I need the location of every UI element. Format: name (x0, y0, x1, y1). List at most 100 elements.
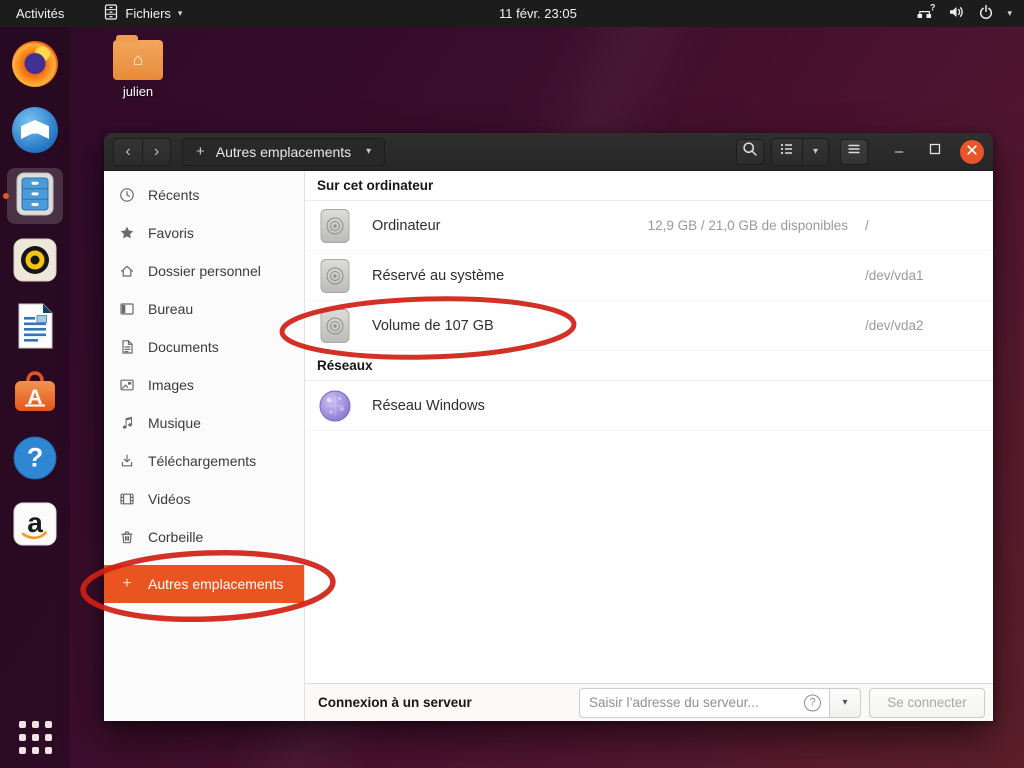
home-icon (119, 263, 135, 279)
location-label: Autres emplacements (215, 143, 352, 160)
chevron-down-icon: ▾ (177, 8, 183, 18)
clock-icon (119, 187, 135, 203)
dock-item-files[interactable] (3, 168, 63, 224)
sidebar-item-label: Musique (148, 415, 201, 431)
search-icon (742, 141, 758, 162)
window-titlebar[interactable]: ‹ › + Autres emplacements ▾ ▾ – (104, 133, 993, 171)
close-button[interactable] (960, 139, 984, 164)
location-row-volume-107-gb[interactable]: Volume de 107 GB /dev/vda2 (305, 301, 993, 351)
sidebar-item-corbeille[interactable]: Corbeille (104, 518, 304, 556)
amazon-icon: a (12, 501, 58, 552)
sidebar-item-label: Favoris (148, 225, 194, 241)
sidebar-item-telechargements[interactable]: Téléchargements (104, 442, 304, 480)
dock-item-thunderbird[interactable] (7, 102, 63, 158)
sidebar-item-favoris[interactable]: Favoris (104, 214, 304, 252)
document-icon (119, 339, 135, 355)
sidebar-item-documents[interactable]: Documents (104, 328, 304, 366)
hamburger-icon (846, 141, 862, 162)
ubuntu-software-icon: A (12, 369, 58, 420)
plus-icon: + (196, 143, 205, 160)
hard-drive-icon (319, 208, 351, 244)
mount-path: / (865, 218, 869, 233)
sidebar-item-label: Récents (148, 187, 200, 203)
minimize-button[interactable]: – (888, 143, 910, 160)
dock-item-rhythmbox[interactable] (7, 234, 63, 290)
sidebar-item-images[interactable]: Images (104, 366, 304, 404)
list-view-icon (779, 141, 795, 162)
dock-item-ubuntu-software[interactable]: A (7, 366, 63, 422)
help-icon: ? (12, 435, 58, 486)
download-icon (119, 453, 135, 469)
connect-to-server-label: Connexion à un serveur (318, 695, 472, 710)
sidebar-item-label: Dossier personnel (148, 263, 261, 279)
dock-item-firefox[interactable] (7, 36, 63, 92)
network-globe-icon (319, 390, 351, 422)
sidebar-item-label: Images (148, 377, 194, 393)
desktop-folder-label: julien (122, 84, 154, 99)
chevron-down-icon: ▾ (366, 146, 372, 157)
image-icon (119, 377, 135, 393)
desktop-icon (119, 301, 135, 317)
location-name: Volume de 107 GB (372, 317, 494, 334)
folder-icon: ⌂ (113, 35, 163, 80)
location-name: Réseau Windows (372, 397, 485, 414)
view-options-button[interactable]: ▾ (802, 138, 828, 165)
activities-button[interactable]: Activités (0, 0, 80, 27)
hard-drive-icon (319, 308, 351, 344)
files-icon (12, 171, 58, 222)
sidebar-item-recents[interactable]: Récents (104, 176, 304, 214)
location-row-reseau-windows[interactable]: Réseau Windows (305, 381, 993, 431)
location-row-ordinateur[interactable]: Ordinateur 12,9 GB / 21,0 GB de disponib… (305, 201, 993, 251)
desktop-folder-julien[interactable]: ⌂ julien (108, 35, 168, 99)
film-icon (119, 491, 135, 507)
search-button[interactable] (736, 138, 764, 165)
show-applications-button[interactable] (18, 721, 52, 754)
dock-item-libreoffice-writer[interactable] (7, 300, 63, 356)
network-unknown-icon: ? (916, 3, 936, 23)
sidebar-item-musique[interactable]: Musique (104, 404, 304, 442)
dock-item-amazon[interactable]: a (7, 498, 63, 554)
home-glyph: ⌂ (132, 50, 144, 69)
sidebar-item-label: Vidéos (148, 491, 191, 507)
power-icon (978, 4, 994, 23)
app-menu-label: Fichiers (125, 6, 171, 21)
connect-button[interactable]: Se connecter (869, 687, 985, 718)
dock-item-help[interactable]: ? (7, 432, 63, 488)
files-app-icon (104, 4, 118, 23)
location-row-reserve-systeme[interactable]: Réservé au système /dev/vda1 (305, 251, 993, 301)
maximize-button[interactable] (924, 142, 946, 161)
svg-text:a: a (27, 507, 43, 538)
history-nav: ‹ › (113, 137, 171, 166)
close-icon (966, 143, 978, 161)
back-button[interactable]: ‹ (114, 138, 142, 165)
files-window: ‹ › + Autres emplacements ▾ ▾ – Récents … (104, 133, 993, 721)
sidebar-item-label: Documents (148, 339, 219, 355)
sidebar-item-videos[interactable]: Vidéos (104, 480, 304, 518)
menu-button[interactable] (840, 138, 868, 165)
server-help-icon[interactable]: ? (804, 694, 821, 711)
app-menu[interactable]: Fichiers ▾ (104, 4, 182, 23)
dock: A ? a (0, 27, 70, 768)
location-path-button[interactable]: + Autres emplacements ▾ (182, 137, 386, 166)
system-status-area[interactable]: ? ▾ (916, 0, 1024, 27)
free-space-text: 12,9 GB / 21,0 GB de disponibles (647, 218, 848, 233)
sidebar-item-autres-emplacements[interactable]: + Autres emplacements (104, 565, 304, 603)
sidebar-item-label: Autres emplacements (148, 576, 284, 592)
chevron-down-icon: ▾ (1007, 8, 1012, 18)
rhythmbox-icon (12, 237, 58, 288)
other-locations-list: Sur cet ordinateur Ordinateur 12,9 GB / … (305, 171, 993, 683)
sidebar-item-bureau[interactable]: Bureau (104, 290, 304, 328)
recent-servers-dropdown[interactable]: ▾ (829, 687, 861, 718)
sidebar-item-dossier-personnel[interactable]: Dossier personnel (104, 252, 304, 290)
libreoffice-writer-icon (13, 303, 57, 354)
list-view-button[interactable] (772, 138, 802, 165)
section-heading: Réseaux (305, 351, 993, 381)
server-address-input[interactable] (579, 687, 829, 718)
forward-button[interactable]: › (142, 138, 170, 165)
clock[interactable]: 11 févr. 23:05 (499, 0, 577, 27)
maximize-icon (928, 142, 942, 161)
volume-icon (948, 4, 965, 23)
svg-text:?: ? (930, 4, 935, 13)
sidebar-item-label: Bureau (148, 301, 194, 317)
device-path: /dev/vda2 (865, 318, 924, 333)
